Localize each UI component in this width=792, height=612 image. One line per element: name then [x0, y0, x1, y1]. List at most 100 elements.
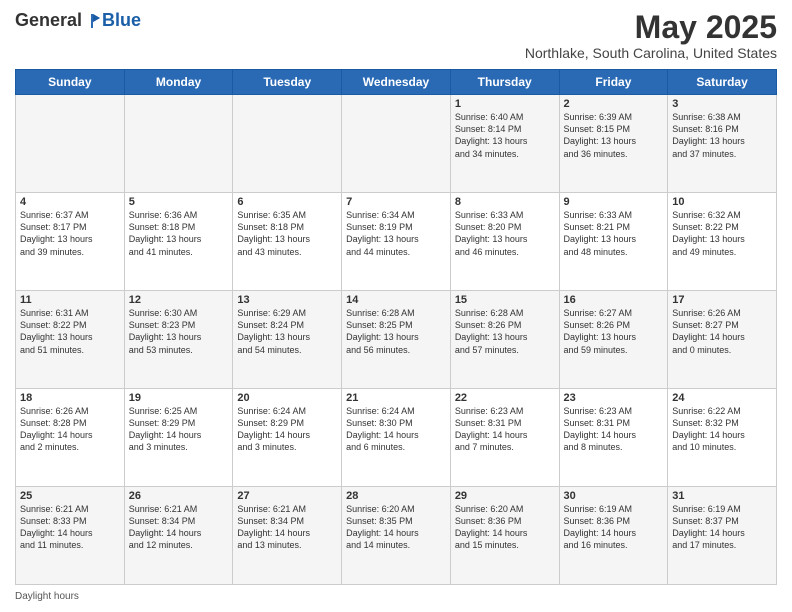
- calendar-cell: 6Sunrise: 6:35 AM Sunset: 8:18 PM Daylig…: [233, 193, 342, 291]
- day-number: 8: [455, 196, 555, 208]
- day-info: Sunrise: 6:37 AM Sunset: 8:17 PM Dayligh…: [20, 209, 120, 258]
- calendar-cell: [16, 95, 125, 193]
- weekday-header-sunday: Sunday: [16, 70, 125, 95]
- day-number: 20: [237, 392, 337, 404]
- day-info: Sunrise: 6:24 AM Sunset: 8:30 PM Dayligh…: [346, 405, 446, 454]
- day-number: 29: [455, 490, 555, 502]
- weekday-header-row: SundayMondayTuesdayWednesdayThursdayFrid…: [16, 70, 777, 95]
- calendar-week-row: 25Sunrise: 6:21 AM Sunset: 8:33 PM Dayli…: [16, 487, 777, 585]
- day-info: Sunrise: 6:20 AM Sunset: 8:35 PM Dayligh…: [346, 503, 446, 552]
- day-info: Sunrise: 6:26 AM Sunset: 8:27 PM Dayligh…: [672, 307, 772, 356]
- header: General Blue May 2025 Northlake, South C…: [15, 10, 777, 61]
- day-info: Sunrise: 6:28 AM Sunset: 8:25 PM Dayligh…: [346, 307, 446, 356]
- calendar-cell: 7Sunrise: 6:34 AM Sunset: 8:19 PM Daylig…: [342, 193, 451, 291]
- day-number: 14: [346, 294, 446, 306]
- location-title: Northlake, South Carolina, United States: [525, 45, 777, 61]
- day-info: Sunrise: 6:35 AM Sunset: 8:18 PM Dayligh…: [237, 209, 337, 258]
- weekday-header-friday: Friday: [559, 70, 668, 95]
- day-info: Sunrise: 6:40 AM Sunset: 8:14 PM Dayligh…: [455, 111, 555, 160]
- day-info: Sunrise: 6:21 AM Sunset: 8:34 PM Dayligh…: [129, 503, 229, 552]
- day-info: Sunrise: 6:28 AM Sunset: 8:26 PM Dayligh…: [455, 307, 555, 356]
- day-number: 18: [20, 392, 120, 404]
- calendar-cell: 25Sunrise: 6:21 AM Sunset: 8:33 PM Dayli…: [16, 487, 125, 585]
- day-info: Sunrise: 6:30 AM Sunset: 8:23 PM Dayligh…: [129, 307, 229, 356]
- day-number: 16: [564, 294, 664, 306]
- weekday-header-wednesday: Wednesday: [342, 70, 451, 95]
- day-info: Sunrise: 6:21 AM Sunset: 8:33 PM Dayligh…: [20, 503, 120, 552]
- calendar-cell: 10Sunrise: 6:32 AM Sunset: 8:22 PM Dayli…: [668, 193, 777, 291]
- calendar-cell: 22Sunrise: 6:23 AM Sunset: 8:31 PM Dayli…: [450, 389, 559, 487]
- calendar-cell: 20Sunrise: 6:24 AM Sunset: 8:29 PM Dayli…: [233, 389, 342, 487]
- calendar-cell: [124, 95, 233, 193]
- day-info: Sunrise: 6:26 AM Sunset: 8:28 PM Dayligh…: [20, 405, 120, 454]
- calendar-cell: 29Sunrise: 6:20 AM Sunset: 8:36 PM Dayli…: [450, 487, 559, 585]
- calendar-cell: 1Sunrise: 6:40 AM Sunset: 8:14 PM Daylig…: [450, 95, 559, 193]
- day-number: 7: [346, 196, 446, 208]
- month-title: May 2025: [525, 10, 777, 45]
- calendar-cell: 9Sunrise: 6:33 AM Sunset: 8:21 PM Daylig…: [559, 193, 668, 291]
- day-info: Sunrise: 6:23 AM Sunset: 8:31 PM Dayligh…: [564, 405, 664, 454]
- day-info: Sunrise: 6:33 AM Sunset: 8:21 PM Dayligh…: [564, 209, 664, 258]
- day-info: Sunrise: 6:27 AM Sunset: 8:26 PM Dayligh…: [564, 307, 664, 356]
- weekday-header-tuesday: Tuesday: [233, 70, 342, 95]
- day-number: 19: [129, 392, 229, 404]
- calendar-cell: 30Sunrise: 6:19 AM Sunset: 8:36 PM Dayli…: [559, 487, 668, 585]
- calendar-week-row: 18Sunrise: 6:26 AM Sunset: 8:28 PM Dayli…: [16, 389, 777, 487]
- day-number: 10: [672, 196, 772, 208]
- day-info: Sunrise: 6:21 AM Sunset: 8:34 PM Dayligh…: [237, 503, 337, 552]
- day-number: 26: [129, 490, 229, 502]
- weekday-header-saturday: Saturday: [668, 70, 777, 95]
- logo-text: General Blue: [15, 10, 141, 31]
- day-info: Sunrise: 6:34 AM Sunset: 8:19 PM Dayligh…: [346, 209, 446, 258]
- calendar-cell: 13Sunrise: 6:29 AM Sunset: 8:24 PM Dayli…: [233, 291, 342, 389]
- day-info: Sunrise: 6:38 AM Sunset: 8:16 PM Dayligh…: [672, 111, 772, 160]
- day-number: 17: [672, 294, 772, 306]
- calendar-cell: 16Sunrise: 6:27 AM Sunset: 8:26 PM Dayli…: [559, 291, 668, 389]
- day-number: 25: [20, 490, 120, 502]
- calendar-cell: 4Sunrise: 6:37 AM Sunset: 8:17 PM Daylig…: [16, 193, 125, 291]
- day-info: Sunrise: 6:36 AM Sunset: 8:18 PM Dayligh…: [129, 209, 229, 258]
- calendar-cell: 12Sunrise: 6:30 AM Sunset: 8:23 PM Dayli…: [124, 291, 233, 389]
- logo-general: General: [15, 10, 82, 31]
- calendar-cell: 11Sunrise: 6:31 AM Sunset: 8:22 PM Dayli…: [16, 291, 125, 389]
- day-info: Sunrise: 6:23 AM Sunset: 8:31 PM Dayligh…: [455, 405, 555, 454]
- day-number: 12: [129, 294, 229, 306]
- day-info: Sunrise: 6:24 AM Sunset: 8:29 PM Dayligh…: [237, 405, 337, 454]
- page: General Blue May 2025 Northlake, South C…: [0, 0, 792, 612]
- day-number: 24: [672, 392, 772, 404]
- day-number: 22: [455, 392, 555, 404]
- day-number: 1: [455, 98, 555, 110]
- calendar-cell: 18Sunrise: 6:26 AM Sunset: 8:28 PM Dayli…: [16, 389, 125, 487]
- calendar-cell: 14Sunrise: 6:28 AM Sunset: 8:25 PM Dayli…: [342, 291, 451, 389]
- day-info: Sunrise: 6:19 AM Sunset: 8:36 PM Dayligh…: [564, 503, 664, 552]
- calendar-cell: 27Sunrise: 6:21 AM Sunset: 8:34 PM Dayli…: [233, 487, 342, 585]
- day-info: Sunrise: 6:29 AM Sunset: 8:24 PM Dayligh…: [237, 307, 337, 356]
- footer: Daylight hours: [15, 591, 777, 602]
- day-info: Sunrise: 6:31 AM Sunset: 8:22 PM Dayligh…: [20, 307, 120, 356]
- day-number: 4: [20, 196, 120, 208]
- day-number: 27: [237, 490, 337, 502]
- day-info: Sunrise: 6:22 AM Sunset: 8:32 PM Dayligh…: [672, 405, 772, 454]
- calendar-week-row: 1Sunrise: 6:40 AM Sunset: 8:14 PM Daylig…: [16, 95, 777, 193]
- calendar-cell: [233, 95, 342, 193]
- daylight-label: Daylight hours: [15, 591, 79, 602]
- logo-flag-icon: [84, 12, 102, 30]
- calendar-week-row: 11Sunrise: 6:31 AM Sunset: 8:22 PM Dayli…: [16, 291, 777, 389]
- day-number: 3: [672, 98, 772, 110]
- calendar-cell: 19Sunrise: 6:25 AM Sunset: 8:29 PM Dayli…: [124, 389, 233, 487]
- calendar-cell: [342, 95, 451, 193]
- day-number: 5: [129, 196, 229, 208]
- calendar-table: SundayMondayTuesdayWednesdayThursdayFrid…: [15, 69, 777, 585]
- calendar-cell: 28Sunrise: 6:20 AM Sunset: 8:35 PM Dayli…: [342, 487, 451, 585]
- day-info: Sunrise: 6:33 AM Sunset: 8:20 PM Dayligh…: [455, 209, 555, 258]
- day-info: Sunrise: 6:25 AM Sunset: 8:29 PM Dayligh…: [129, 405, 229, 454]
- day-info: Sunrise: 6:32 AM Sunset: 8:22 PM Dayligh…: [672, 209, 772, 258]
- weekday-header-monday: Monday: [124, 70, 233, 95]
- calendar-cell: 8Sunrise: 6:33 AM Sunset: 8:20 PM Daylig…: [450, 193, 559, 291]
- calendar-cell: 31Sunrise: 6:19 AM Sunset: 8:37 PM Dayli…: [668, 487, 777, 585]
- calendar-cell: 17Sunrise: 6:26 AM Sunset: 8:27 PM Dayli…: [668, 291, 777, 389]
- weekday-header-thursday: Thursday: [450, 70, 559, 95]
- calendar-cell: 24Sunrise: 6:22 AM Sunset: 8:32 PM Dayli…: [668, 389, 777, 487]
- calendar-cell: 5Sunrise: 6:36 AM Sunset: 8:18 PM Daylig…: [124, 193, 233, 291]
- calendar-cell: 3Sunrise: 6:38 AM Sunset: 8:16 PM Daylig…: [668, 95, 777, 193]
